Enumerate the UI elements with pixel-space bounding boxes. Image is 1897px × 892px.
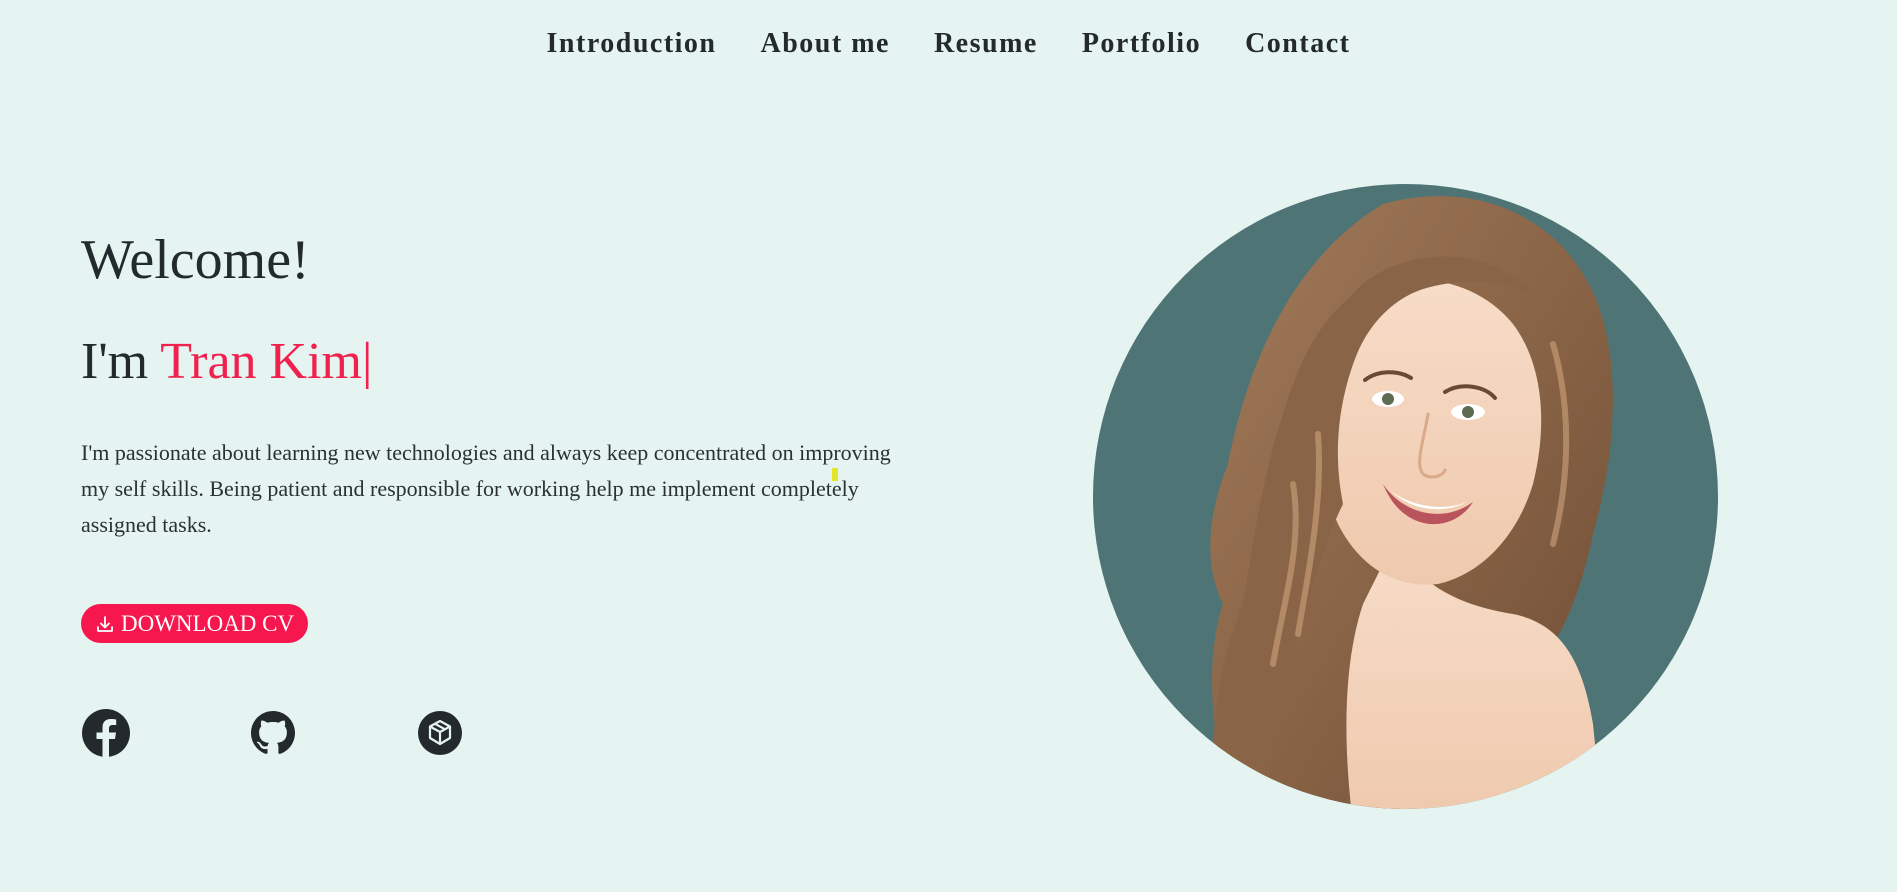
intro-description: I'm passionate about learning new techno… bbox=[81, 440, 891, 537]
highlight-marker bbox=[832, 468, 838, 481]
facebook-icon[interactable] bbox=[81, 708, 131, 758]
name-text: Tran Kim bbox=[160, 333, 362, 390]
nav-about-me[interactable]: About me bbox=[761, 28, 890, 60]
download-cv-label: DOWNLOAD CV bbox=[121, 610, 295, 636]
intro-heading: I'm Tran Kim| bbox=[81, 336, 372, 388]
profile-portrait bbox=[1093, 184, 1718, 809]
download-icon bbox=[95, 614, 115, 634]
nav-contact[interactable]: Contact bbox=[1245, 28, 1350, 60]
intro-prefix: I'm bbox=[81, 333, 161, 390]
main-nav: Introduction About me Resume Portfolio C… bbox=[0, 28, 1897, 60]
typing-cursor: | bbox=[361, 333, 373, 390]
download-cv-button[interactable]: DOWNLOAD CV bbox=[81, 604, 309, 643]
welcome-heading: Welcome! bbox=[81, 229, 310, 291]
github-icon[interactable] bbox=[250, 708, 296, 758]
nav-introduction[interactable]: Introduction bbox=[547, 28, 717, 60]
portrait-illustration bbox=[1210, 196, 1613, 809]
nav-portfolio[interactable]: Portfolio bbox=[1082, 28, 1201, 60]
codepen-icon[interactable] bbox=[417, 708, 463, 758]
nav-resume[interactable]: Resume bbox=[934, 28, 1038, 60]
